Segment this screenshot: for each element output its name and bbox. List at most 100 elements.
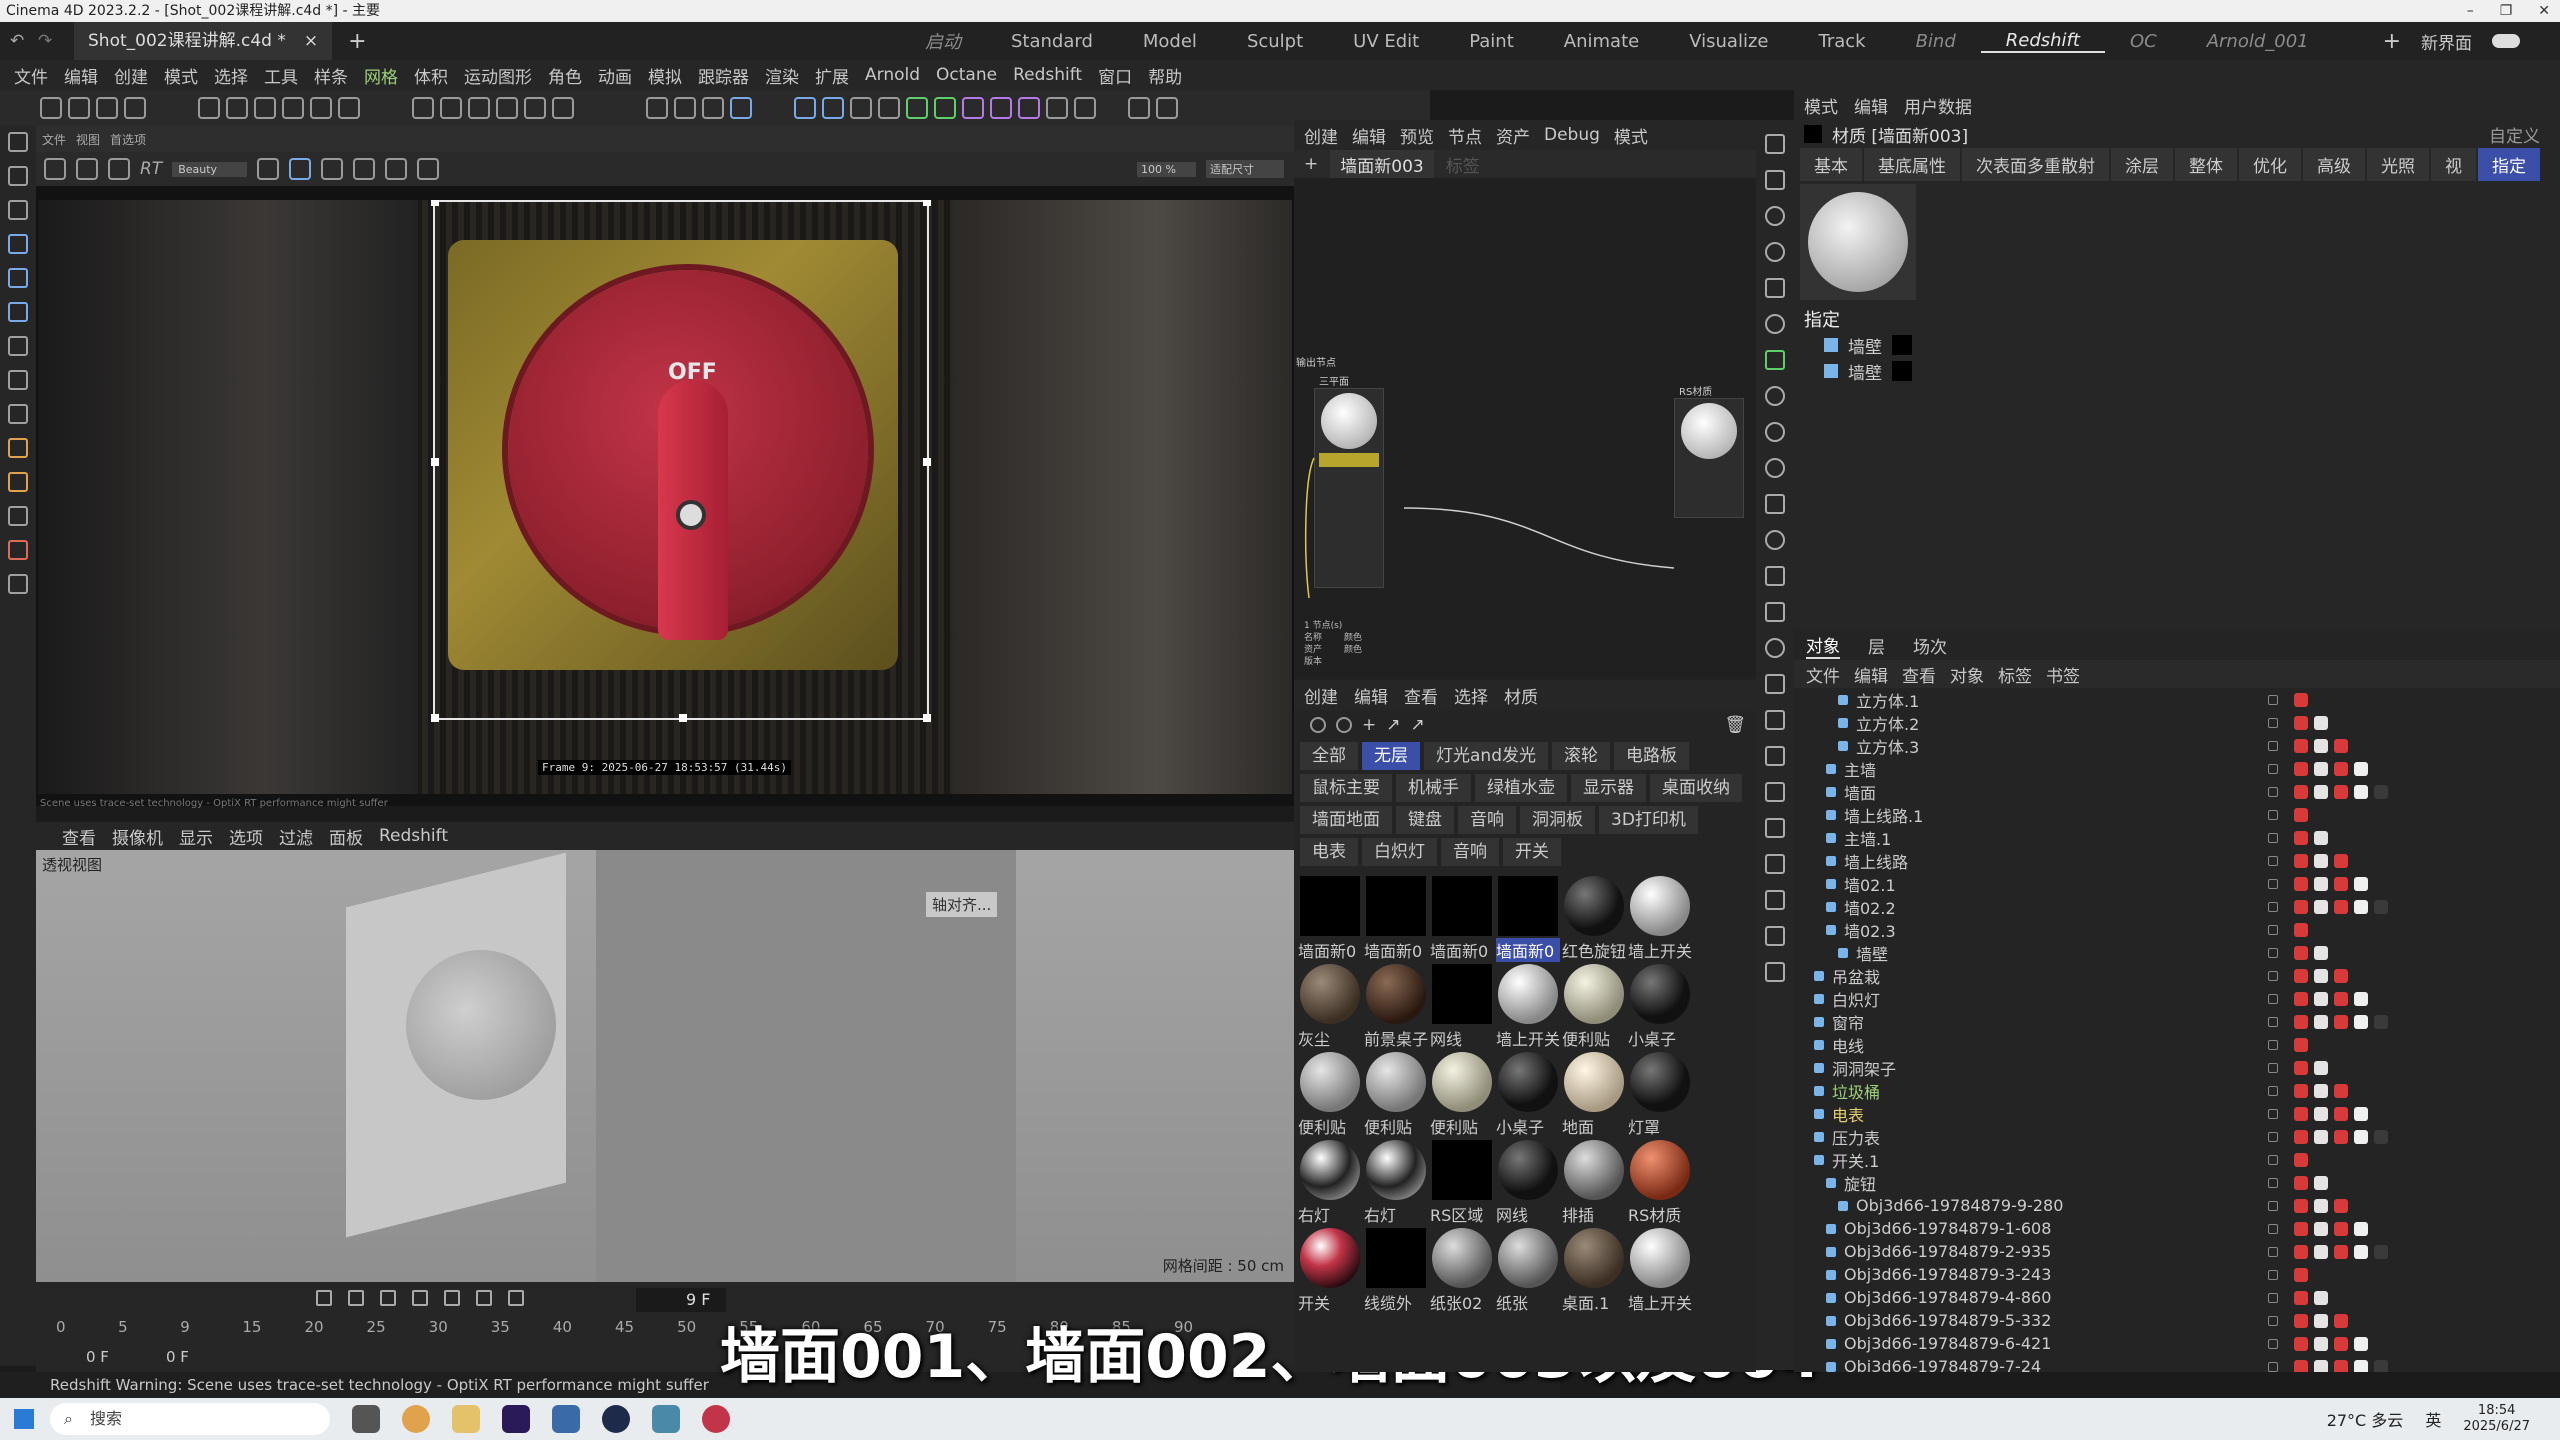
folder-icon[interactable] bbox=[452, 1405, 480, 1433]
sphere-icon[interactable] bbox=[822, 97, 844, 119]
material-tag-icon[interactable] bbox=[2374, 1244, 2388, 1259]
material-filter-tab[interactable]: 机械手 bbox=[1396, 774, 1471, 802]
visibility-toggle[interactable] bbox=[2268, 1200, 2278, 1211]
perspective-viewport[interactable]: 透视视图 轴对齐... 网格间距 : 50 cm bbox=[36, 850, 1294, 1282]
material-tag-icon[interactable] bbox=[2334, 1198, 2348, 1213]
object-manager-tab[interactable]: 场次 bbox=[1913, 633, 1947, 658]
attributes-tab[interactable]: 指定 bbox=[2478, 147, 2540, 181]
material-thumbnail[interactable]: 红色旋钮 bbox=[1562, 874, 1626, 961]
material-thumbnail[interactable]: 墙上开关 bbox=[1496, 962, 1560, 1049]
menu-item[interactable]: 渲染 bbox=[757, 63, 807, 88]
object-row[interactable]: 压力表 bbox=[1794, 1125, 2560, 1148]
layout-tab[interactable]: Visualize bbox=[1664, 31, 1793, 52]
visibility-toggle[interactable] bbox=[2268, 786, 2278, 797]
material-thumbnail[interactable]: 地面 bbox=[1562, 1050, 1626, 1137]
visibility-toggle[interactable] bbox=[2268, 1315, 2278, 1326]
area-icon[interactable] bbox=[1765, 602, 1785, 622]
c4d-icon[interactable] bbox=[602, 1405, 630, 1433]
material-tag-icon[interactable] bbox=[2314, 853, 2328, 868]
visibility-toggle[interactable] bbox=[2268, 947, 2278, 958]
material-tag-icon[interactable] bbox=[2294, 1014, 2308, 1029]
material-thumbnail[interactable]: 纸张 bbox=[1496, 1226, 1560, 1313]
material-options-icon[interactable] bbox=[1336, 717, 1352, 733]
material-tag-icon[interactable] bbox=[2294, 1129, 2308, 1144]
visibility-toggle[interactable] bbox=[2268, 1039, 2278, 1050]
viewport-menu-item[interactable]: 查看 bbox=[62, 824, 96, 849]
menu-item[interactable]: 角色 bbox=[540, 63, 590, 88]
globe-icon[interactable] bbox=[1765, 530, 1785, 550]
material-tag-icon[interactable] bbox=[2294, 968, 2308, 983]
material-tag-icon[interactable] bbox=[2314, 715, 2328, 730]
object-row[interactable]: Obj3d66-19784879-6-421 bbox=[1794, 1332, 2560, 1355]
visibility-toggle[interactable] bbox=[2268, 1338, 2278, 1349]
taskbar-search[interactable]: ⌕ 搜索 bbox=[50, 1403, 330, 1435]
select-icon[interactable] bbox=[8, 166, 28, 186]
material-tag-icon[interactable] bbox=[2294, 1106, 2308, 1121]
live-select-icon[interactable] bbox=[8, 370, 28, 390]
settings-icon[interactable] bbox=[1765, 638, 1785, 658]
menu-item[interactable]: Arnold bbox=[857, 65, 928, 85]
region-handle[interactable] bbox=[923, 714, 931, 722]
material-thumbnail[interactable]: 桌面.1 bbox=[1562, 1226, 1626, 1313]
menu-item[interactable]: 体积 bbox=[406, 63, 456, 88]
close-tab-icon[interactable]: × bbox=[304, 22, 318, 60]
region-handle[interactable] bbox=[431, 458, 439, 466]
zoom-field[interactable]: 100 % bbox=[1137, 161, 1196, 177]
people-icon[interactable] bbox=[1765, 314, 1785, 334]
restore-icon[interactable]: ❐ bbox=[2500, 0, 2513, 22]
material-tag-icon[interactable] bbox=[2294, 715, 2308, 730]
material-menu-item[interactable]: 编辑 bbox=[1354, 683, 1388, 708]
object-row[interactable]: 主墙 bbox=[1794, 757, 2560, 780]
object-manager-menu-item[interactable]: 编辑 bbox=[1854, 662, 1888, 687]
go-end-icon[interactable] bbox=[508, 1290, 524, 1306]
assign-row[interactable]: 墙壁 bbox=[1794, 358, 2560, 384]
material-tag-icon[interactable] bbox=[2314, 1221, 2328, 1236]
object-row[interactable]: 墙壁 bbox=[1794, 941, 2560, 964]
object-row[interactable]: Obj3d66-19784879-1-608 bbox=[1794, 1217, 2560, 1240]
material-tag-icon[interactable] bbox=[2334, 1129, 2348, 1144]
camera-icon-1[interactable] bbox=[1765, 674, 1785, 694]
object-row[interactable]: 开关.1 bbox=[1794, 1148, 2560, 1171]
menu-item[interactable]: Redshift bbox=[1005, 65, 1090, 85]
viewport-menu-item[interactable]: 选项 bbox=[229, 824, 263, 849]
material-tag-icon[interactable] bbox=[2294, 692, 2308, 707]
object-row[interactable]: 旋钮 bbox=[1794, 1171, 2560, 1194]
field-icon[interactable] bbox=[990, 97, 1012, 119]
visibility-toggle[interactable] bbox=[2268, 1177, 2278, 1188]
axis-icon[interactable] bbox=[8, 200, 28, 220]
material-crumb[interactable]: 墙面新003 bbox=[1330, 149, 1434, 179]
viewport-menu-item[interactable]: 过滤 bbox=[279, 824, 313, 849]
material-filter-tab[interactable]: 开关 bbox=[1503, 838, 1561, 866]
redo-icon[interactable]: ↷ bbox=[38, 31, 52, 51]
layout-tab[interactable]: Paint bbox=[1444, 31, 1539, 52]
preset-select[interactable]: 自定义 bbox=[2489, 122, 2540, 147]
object-row[interactable]: Obj3d66-19784879-4-860 bbox=[1794, 1286, 2560, 1309]
material-filter-tab[interactable]: 白炽灯 bbox=[1362, 838, 1437, 866]
material-tag-icon[interactable] bbox=[2334, 1313, 2348, 1328]
snapshot-icon[interactable] bbox=[321, 158, 344, 180]
material-tag-icon[interactable] bbox=[2294, 1313, 2308, 1328]
material-thumbnail[interactable]: 线缆外 bbox=[1364, 1226, 1428, 1313]
attributes-tab[interactable]: 基底属性 bbox=[1864, 147, 1960, 181]
attributes-tab[interactable]: 视 bbox=[2431, 147, 2476, 181]
visibility-toggle[interactable] bbox=[2268, 924, 2278, 935]
material-thumbnail[interactable]: 网线 bbox=[1496, 1138, 1560, 1225]
material-thumbnail[interactable]: 便利贴 bbox=[1298, 1050, 1362, 1137]
attributes-tab[interactable]: 涂层 bbox=[2111, 147, 2173, 181]
material-tag-icon[interactable] bbox=[2294, 1336, 2308, 1351]
menu-item[interactable]: Octane bbox=[928, 65, 1005, 85]
axis-align-button[interactable]: 轴对齐... bbox=[926, 892, 998, 917]
region-handle[interactable] bbox=[923, 200, 931, 206]
menu-item[interactable]: 选择 bbox=[206, 63, 256, 88]
node-menu-item[interactable]: 编辑 bbox=[1352, 123, 1386, 148]
triplanar-node[interactable]: 三平面 bbox=[1314, 377, 1384, 588]
deformer-icon[interactable] bbox=[962, 97, 984, 119]
visibility-toggle[interactable] bbox=[2268, 740, 2278, 751]
object-manager-tab[interactable]: 层 bbox=[1868, 633, 1885, 658]
material-tag-icon[interactable] bbox=[2294, 1037, 2308, 1052]
visibility-toggle[interactable] bbox=[2268, 1269, 2278, 1280]
material-tag-icon[interactable] bbox=[2334, 1083, 2348, 1098]
attributes-tab[interactable]: 整体 bbox=[2175, 147, 2237, 181]
visibility-toggle[interactable] bbox=[2268, 763, 2278, 774]
material-tag-icon[interactable] bbox=[2314, 1198, 2328, 1213]
